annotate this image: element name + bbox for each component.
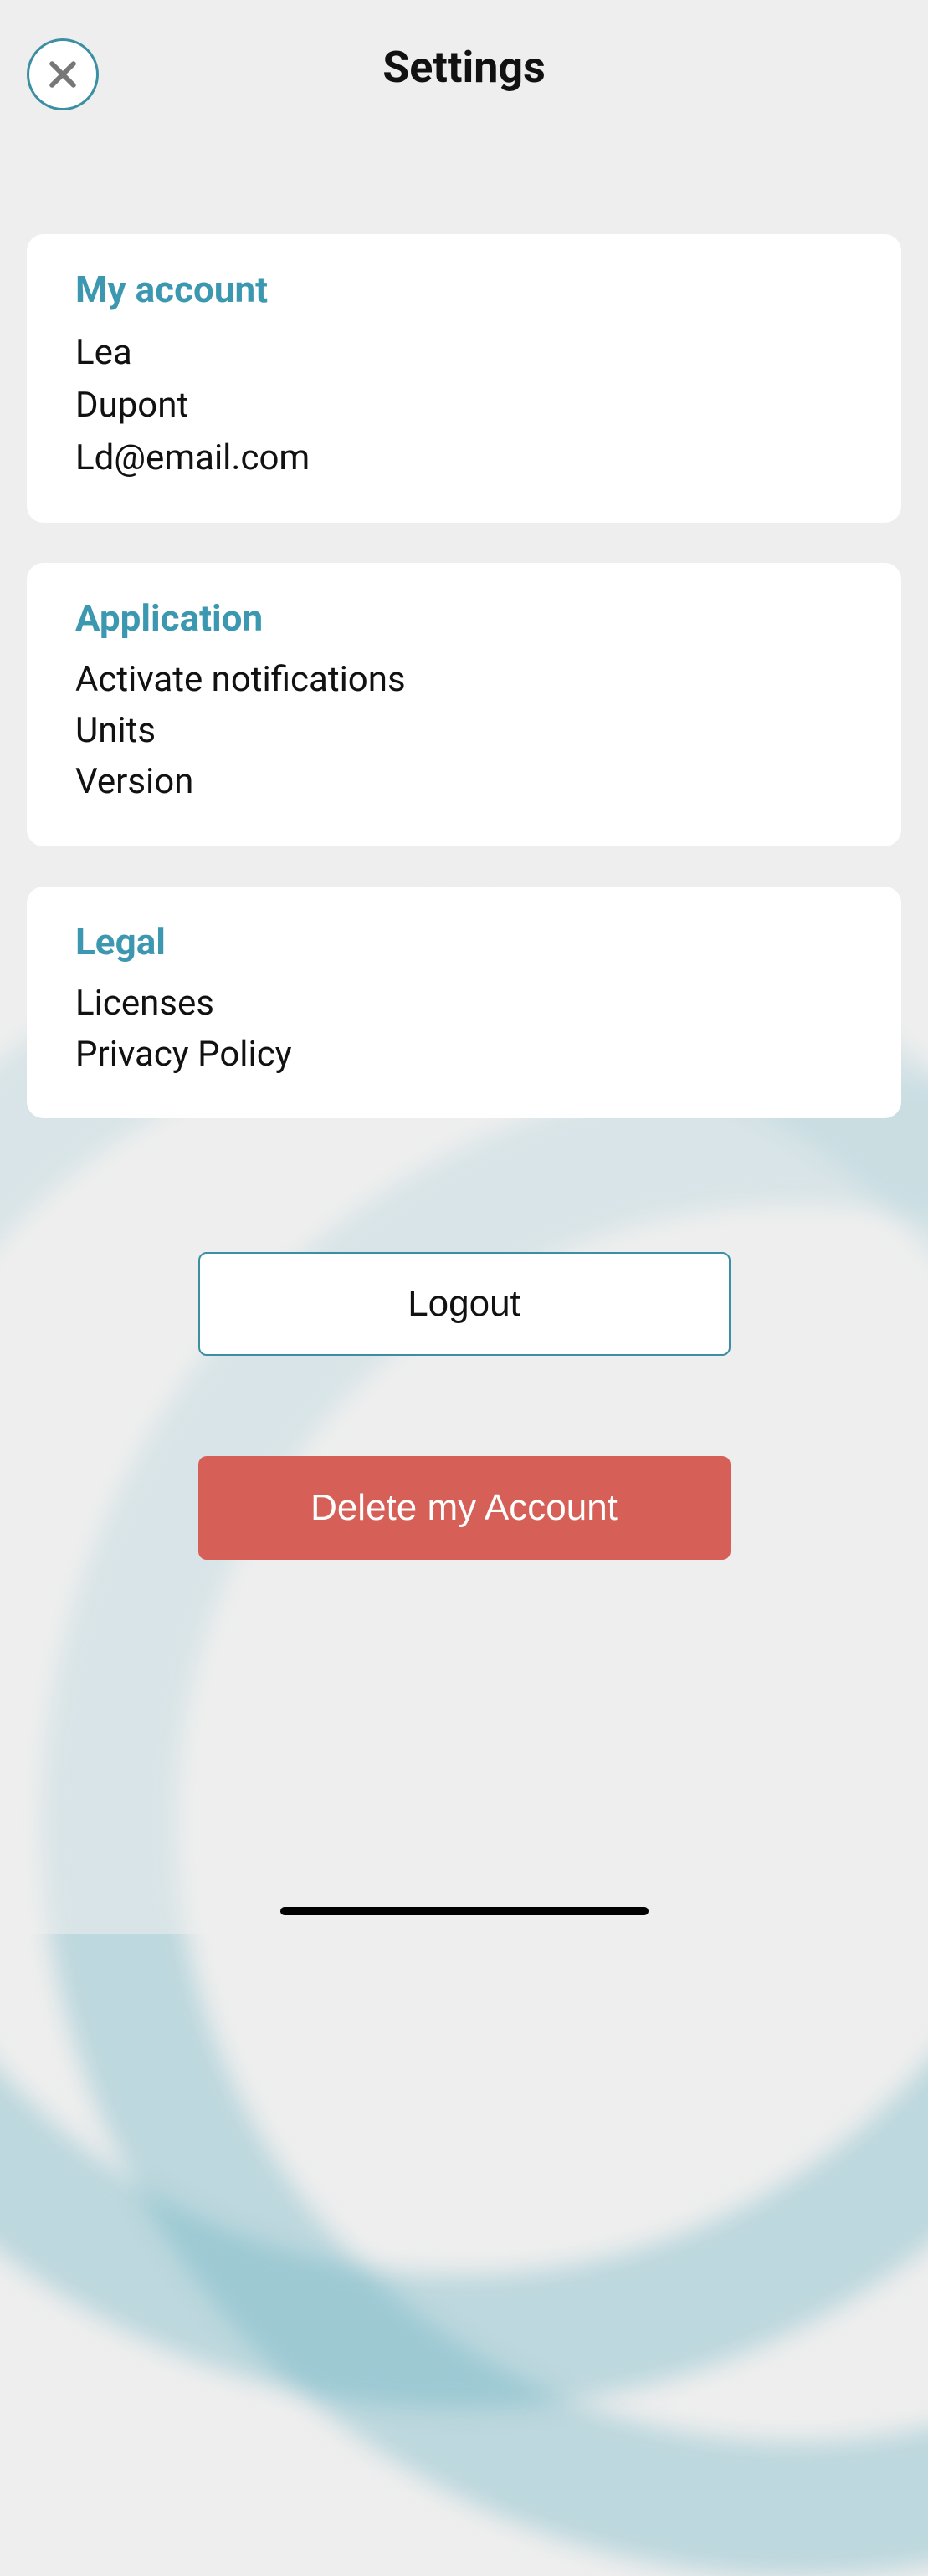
application-card: Application Activate notifications Units…	[27, 563, 901, 846]
account-last-name: Dupont	[75, 379, 853, 432]
header: Settings	[0, 0, 928, 151]
page-title: Settings	[0, 42, 928, 93]
app-item-version[interactable]: Version	[75, 757, 853, 808]
delete-account-button[interactable]: Delete my Account	[198, 1456, 731, 1560]
legal-title: Legal	[75, 920, 853, 963]
legal-item-privacy[interactable]: Privacy Policy	[75, 1030, 853, 1081]
application-title: Application	[75, 596, 853, 640]
my-account-title: My account	[75, 268, 853, 311]
logout-button[interactable]: Logout	[198, 1252, 731, 1356]
account-email: Ld@email.com	[75, 432, 853, 484]
my-account-card: My account Lea Dupont Ld@email.com	[27, 234, 901, 523]
app-item-notifications[interactable]: Activate notifications	[75, 655, 853, 706]
legal-card: Legal Licenses Privacy Policy	[27, 887, 901, 1119]
legal-item-licenses[interactable]: Licenses	[75, 979, 853, 1030]
app-item-units[interactable]: Units	[75, 706, 853, 757]
account-first-name: Lea	[75, 326, 853, 379]
home-indicator[interactable]	[280, 1907, 649, 1915]
